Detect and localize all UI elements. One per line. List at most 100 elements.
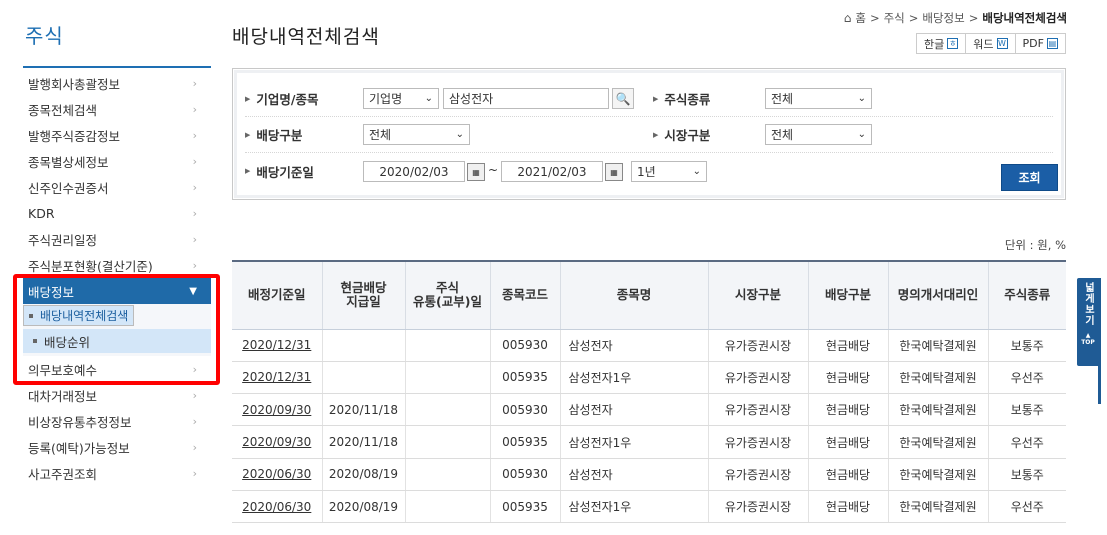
table-cell: 유가증권시장: [707, 393, 808, 427]
column-header-label: 현금배당: [340, 280, 387, 296]
table-cell: 유가증권시장: [707, 458, 808, 491]
column-header[interactable]: 종목명: [559, 260, 708, 330]
download-pdf-button[interactable]: PDF ▤: [1014, 33, 1066, 54]
dividend-type-select[interactable]: 전체 ⌄: [363, 124, 470, 145]
sidebar-item-label: 배당정보: [28, 284, 75, 300]
record-date-link[interactable]: 2020/09/30: [232, 393, 322, 427]
sidebar-item[interactable]: 등록(예탁)가능정보 ›: [23, 434, 211, 460]
bullet-icon: ▶: [653, 94, 659, 103]
unit-label: 단위 : 원, %: [1004, 238, 1066, 252]
breadcrumb-home[interactable]: 홈: [855, 10, 866, 26]
search-button[interactable]: 조회: [1001, 164, 1058, 191]
table-cell: 우선주: [987, 361, 1066, 395]
table-cell: 현금배당: [807, 425, 888, 459]
sidebar-item-label: 등록(예탁)가능정보: [28, 440, 130, 456]
sidebar-item[interactable]: 주식권리일정 ›: [23, 226, 211, 252]
record-date-link[interactable]: 2020/09/30: [232, 425, 322, 459]
breadcrumb-separator: >: [908, 11, 919, 25]
record-date-link[interactable]: 2020/12/31: [232, 329, 322, 362]
column-header[interactable]: 주식 유통(교부)일: [404, 260, 490, 330]
breadcrumb-separator: >: [968, 11, 979, 25]
bullet-icon: ▶: [245, 167, 251, 175]
breadcrumb-dividend[interactable]: 배당정보: [922, 10, 964, 26]
calendar-icon[interactable]: ▦: [467, 163, 485, 181]
column-header[interactable]: 주식종류: [987, 260, 1066, 330]
chevron-down-icon: ⌄: [424, 93, 433, 104]
table-cell: 005935: [489, 361, 560, 395]
search-row-company: ▶ 기업명/종목 기업명 ⌄ 삼성전자 🔍 ▶ 주식종류 전체 ⌄: [245, 81, 1053, 117]
company-search-input[interactable]: 삼성전자: [443, 88, 609, 109]
column-header[interactable]: 현금배당 지급일: [321, 260, 405, 330]
sidebar-item-label: 주식분포현황(결산기준): [28, 258, 153, 274]
chevron-right-icon: ›: [192, 362, 197, 376]
record-date-link[interactable]: 2020/06/30: [232, 490, 322, 524]
record-date-link[interactable]: 2020/12/31: [232, 361, 322, 395]
column-header-label: 종목코드: [501, 287, 548, 303]
dividend-table: 배정기준일 현금배당 지급일 주식 유통(교부)일 종목코드 종목명 시장구분 배당구분 명의개서…: [232, 260, 1066, 524]
calendar-icon[interactable]: ▦: [605, 163, 623, 181]
column-header-label: 배당구분: [824, 287, 871, 303]
home-icon[interactable]: ⌂: [844, 11, 852, 25]
sidebar-item[interactable]: 종목전체검색 ›: [23, 96, 211, 122]
sidebar-item-dividend-info[interactable]: 배당정보 ▼: [23, 278, 211, 304]
bullet-icon: ▶: [653, 130, 659, 139]
date-to-input[interactable]: 2021/02/03: [501, 161, 603, 182]
table-cell: 현금배당: [807, 361, 888, 395]
table-cell: 삼성전자: [559, 329, 708, 362]
sidebar-item[interactable]: 비상장유통추정정보 ›: [23, 408, 211, 434]
word-file-icon: W: [996, 38, 1008, 49]
table-cell: 현금배당: [807, 393, 888, 427]
sidebar-submenu: 배당내역전체검색배당내역상세배당순위: [23, 304, 211, 356]
column-header-label: 종목명: [616, 287, 652, 303]
sidebar-item[interactable]: 종목별상세정보 ›: [23, 148, 211, 174]
sidebar-item[interactable]: 사고주권조회 ›: [23, 460, 211, 486]
market-select[interactable]: 전체 ⌄: [765, 124, 872, 145]
table-row: 2020/12/31 005935 삼성전자1우 유가증권시장 현금배당 한국예탁결제원 우…: [232, 361, 1066, 395]
sidebar-subitem[interactable]: 배당순위: [23, 329, 211, 353]
search-panel: ▶ 기업명/종목 기업명 ⌄ 삼성전자 🔍 ▶ 주식종류 전체 ⌄ ▶ 배당구분 전체 ⌄ …: [232, 68, 1066, 200]
page-title: 배당내역전체검색: [232, 26, 380, 48]
sidebar-item-label: KDR: [28, 205, 55, 221]
table-cell: 현금배당: [807, 490, 888, 524]
record-date-link[interactable]: 2020/06/30: [232, 458, 322, 491]
column-header[interactable]: 명의개서대리인: [887, 260, 988, 330]
stock-type-label: 주식종류: [664, 92, 711, 107]
column-header[interactable]: 배정기준일: [232, 260, 322, 330]
table-cell: 005935: [489, 490, 560, 524]
table-cell: 삼성전자1우: [559, 425, 708, 459]
table-cell: 한국예탁결제원: [887, 425, 988, 459]
sidebar-item[interactable]: 주식분포현황(결산기준) ›: [23, 252, 211, 278]
sidebar-item[interactable]: 의무보호예수 ›: [23, 356, 211, 382]
chevron-right-icon: ›: [192, 388, 197, 402]
scroll-top-button[interactable]: ▲ TOP: [1081, 332, 1095, 346]
stock-type-select[interactable]: 전체 ⌄: [765, 88, 872, 109]
table-cell: 005930: [489, 329, 560, 362]
magnifier-icon[interactable]: 🔍: [612, 88, 634, 109]
chevron-right-icon: ›: [192, 180, 197, 194]
sidebar-item[interactable]: 대차거래정보 ›: [23, 382, 211, 408]
sidebar-item[interactable]: 발행회사총괄정보 ›: [23, 70, 211, 96]
table-cell: 현금배당: [807, 329, 888, 362]
download-hwp-button[interactable]: 한글 ㅎ: [916, 33, 967, 54]
company-label: 기업명/종목: [256, 92, 319, 107]
column-header[interactable]: 시장구분: [707, 260, 808, 330]
period-select[interactable]: 1년 ⌄: [631, 161, 707, 182]
sidebar-item[interactable]: KDR ›: [23, 200, 211, 226]
sidebar-item[interactable]: 신주인수권증서 ›: [23, 174, 211, 200]
chevron-right-icon: ›: [192, 232, 197, 246]
sidebar-item-label: 종목별상세정보: [28, 154, 109, 170]
date-from-input[interactable]: 2020/02/03: [363, 161, 465, 182]
chevron-down-icon: ⌄: [857, 93, 866, 104]
column-header-label: 지급일: [346, 294, 381, 310]
pdf-file-icon: ▤: [1046, 38, 1058, 49]
wide-view-button[interactable]: 넓게보기 ▲ TOP: [1077, 278, 1099, 366]
sidebar-subitem[interactable]: 배당내역전체검색: [23, 305, 135, 326]
column-header[interactable]: 종목코드: [489, 260, 560, 330]
breadcrumb-separator: >: [869, 11, 880, 25]
company-type-select[interactable]: 기업명 ⌄: [363, 88, 439, 109]
breadcrumb-stock[interactable]: 주식: [884, 10, 905, 26]
column-header[interactable]: 배당구분: [807, 260, 888, 330]
sidebar-item-label: 대차거래정보: [28, 388, 98, 404]
sidebar-item[interactable]: 발행주식증감정보 ›: [23, 122, 211, 148]
download-word-button[interactable]: 워드 W: [965, 33, 1016, 54]
